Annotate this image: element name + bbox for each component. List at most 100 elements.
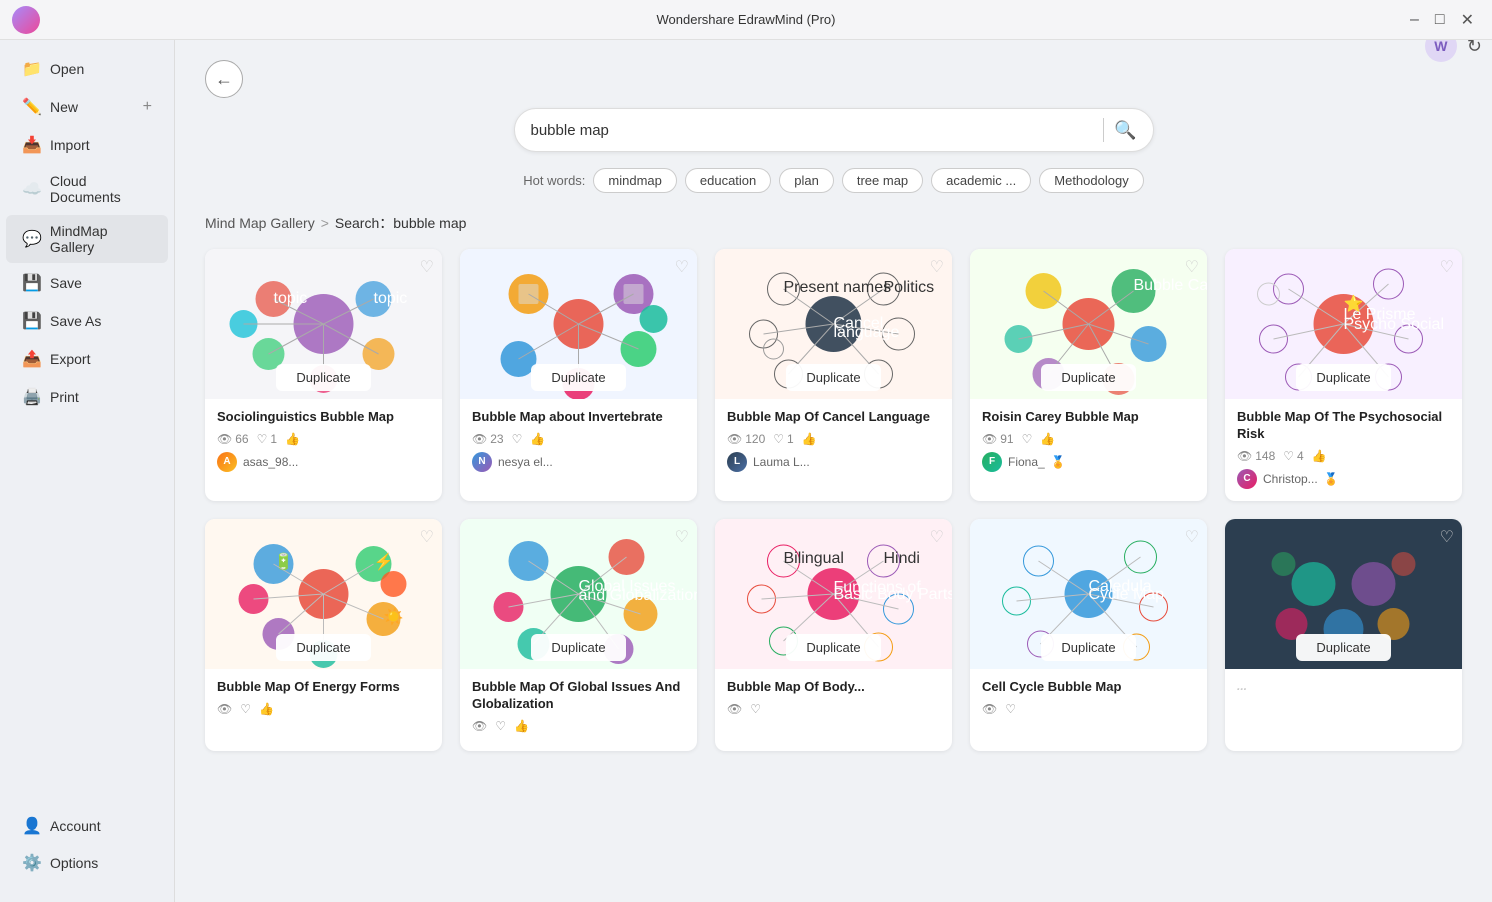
account-icon: 👤	[22, 816, 42, 836]
card-author-5: C Christop... 🏅	[1237, 469, 1450, 489]
sidebar-label-cloud: Cloud Documents	[50, 173, 152, 205]
window-controls[interactable]: – □ ✕	[1404, 8, 1480, 32]
duplicate-button-6[interactable]: Duplicate	[276, 634, 370, 661]
heart-button-3[interactable]: ♡	[930, 257, 944, 277]
sidebar-item-print[interactable]: 🖨️ Print	[6, 379, 168, 415]
gallery-card-5[interactable]: Le Prisme Psycho Social ⭐ ♡ Duplicate Bu…	[1225, 249, 1462, 501]
heart-button-6[interactable]: ♡	[420, 527, 434, 547]
sidebar-spacer	[0, 416, 174, 807]
new-plus-icon[interactable]: +	[143, 98, 152, 116]
sidebar-label-new: New	[50, 99, 78, 115]
sidebar-item-options[interactable]: ⚙️ Options	[6, 845, 168, 881]
duplicate-button-1[interactable]: Duplicate	[276, 364, 370, 391]
gallery-card-9[interactable]: Caledula Cycle Map ♡ Duplicate Cell Cycl…	[970, 519, 1207, 751]
heart-button-10[interactable]: ♡	[1440, 527, 1454, 547]
card-stats-7: 👁 ♡ 👍	[472, 719, 685, 733]
gallery-card-4[interactable]: Bubble Care ♡ Duplicate Roisin Carey Bub…	[970, 249, 1207, 501]
topbar-controls: W ↻	[1425, 40, 1482, 62]
search-divider	[1103, 118, 1104, 142]
duplicate-button-5[interactable]: Duplicate	[1296, 364, 1390, 391]
close-button[interactable]: ✕	[1455, 8, 1480, 32]
author-name-5: Christop...	[1263, 472, 1318, 486]
heart-button-5[interactable]: ♡	[1440, 257, 1454, 277]
card-info-8: Bubble Map Of Body... 👁 ♡	[715, 669, 952, 734]
back-button[interactable]: ←	[205, 60, 243, 98]
duplicate-button-3[interactable]: Duplicate	[786, 364, 880, 391]
sidebar-item-cloud[interactable]: ☁️ Cloud Documents	[6, 165, 168, 213]
card-overlay-9: Duplicate	[970, 626, 1207, 669]
hot-tag-mindmap[interactable]: mindmap	[593, 168, 676, 193]
titlebar-avatar[interactable]	[12, 6, 40, 34]
sidebar-item-new[interactable]: ✏️ New +	[6, 89, 168, 125]
hot-tag-plan[interactable]: plan	[779, 168, 834, 193]
card-thumb-9: Caledula Cycle Map ♡ Duplicate	[970, 519, 1207, 669]
thumbup-5: 👍	[1312, 449, 1327, 463]
search-input[interactable]	[531, 122, 1094, 139]
sidebar-item-export[interactable]: 📤 Export	[6, 341, 168, 377]
card-info-2: Bubble Map about Invertebrate 👁 23 ♡ 👍 N…	[460, 399, 697, 484]
author-name-3: Lauma L...	[753, 455, 810, 469]
maximize-button[interactable]: □	[1429, 9, 1451, 31]
heart-button-7[interactable]: ♡	[675, 527, 689, 547]
new-icon: ✏️	[22, 97, 42, 117]
gallery-card-2[interactable]: ♡ Duplicate Bubble Map about Invertebrat…	[460, 249, 697, 501]
sidebar-item-open[interactable]: 📁 Open	[6, 51, 168, 87]
card-overlay-6: Duplicate	[205, 626, 442, 669]
minimize-button[interactable]: –	[1404, 9, 1425, 31]
views-7: 👁	[472, 719, 487, 733]
sidebar-label-print: Print	[50, 389, 79, 405]
sidebar-label-export: Export	[50, 351, 90, 367]
user-avatar[interactable]: W	[1425, 40, 1457, 62]
hot-tag-treemap[interactable]: tree map	[842, 168, 923, 193]
card-thumb-1: topic topic ♡ Duplicate	[205, 249, 442, 399]
open-icon: 📁	[22, 59, 42, 79]
hot-tag-education[interactable]: education	[685, 168, 771, 193]
card-stats-8: 👁 ♡	[727, 702, 940, 716]
sidebar-item-saveas[interactable]: 💾 Save As	[6, 303, 168, 339]
search-button[interactable]: 🔍	[1114, 120, 1136, 141]
card-stats-6: 👁 ♡ 👍	[217, 702, 430, 716]
hot-tag-methodology[interactable]: Methodology	[1039, 168, 1143, 193]
svg-text:⭐: ⭐	[1344, 294, 1364, 313]
card-overlay-5: Duplicate	[1225, 356, 1462, 399]
sidebar-item-save[interactable]: 💾 Save	[6, 265, 168, 301]
card-overlay-8: Duplicate	[715, 626, 952, 669]
card-info-7: Bubble Map Of Global Issues And Globaliz…	[460, 669, 697, 751]
gallery-card-7[interactable]: Global Issues and Globalization ♡ Duplic…	[460, 519, 697, 751]
sidebar-label-open: Open	[50, 61, 84, 77]
breadcrumb-parent[interactable]: Mind Map Gallery	[205, 215, 315, 231]
refresh-button[interactable]: ↻	[1467, 40, 1482, 57]
card-info-6: Bubble Map Of Energy Forms 👁 ♡ 👍	[205, 669, 442, 734]
sidebar-item-mindmap[interactable]: 💬 MindMap Gallery	[6, 215, 168, 263]
heart-button-9[interactable]: ♡	[1185, 527, 1199, 547]
sidebar-label-import: Import	[50, 137, 90, 153]
sidebar-label-account: Account	[50, 818, 101, 834]
card-stats-2: 👁 23 ♡ 👍	[472, 432, 685, 446]
gallery-card-8[interactable]: Bilingual Hindi Functions of Basic Body …	[715, 519, 952, 751]
gallery-card-3[interactable]: Cancel language Present names Politics ♡…	[715, 249, 952, 501]
heart-button-8[interactable]: ♡	[930, 527, 944, 547]
sidebar-item-account[interactable]: 👤 Account	[6, 808, 168, 844]
duplicate-button-8[interactable]: Duplicate	[786, 634, 880, 661]
likes-8: ♡	[750, 702, 761, 716]
duplicate-button-10[interactable]: Duplicate	[1296, 634, 1390, 661]
duplicate-button-7[interactable]: Duplicate	[531, 634, 625, 661]
hot-tag-academic[interactable]: academic ...	[931, 168, 1031, 193]
card-title-5: Bubble Map Of The Psychosocial Risk	[1237, 409, 1450, 443]
gallery-card-10[interactable]: ♡ Duplicate ...	[1225, 519, 1462, 751]
thumbup-3: 👍	[802, 432, 817, 446]
heart-button-4[interactable]: ♡	[1185, 257, 1199, 277]
heart-button-1[interactable]: ♡	[420, 257, 434, 277]
gallery-card-1[interactable]: topic topic ♡ Duplicate Sociolinguistics…	[205, 249, 442, 501]
duplicate-button-2[interactable]: Duplicate	[531, 364, 625, 391]
views-4: 👁 91	[982, 432, 1014, 446]
sidebar-item-import[interactable]: 📥 Import	[6, 127, 168, 163]
gallery-card-6[interactable]: 🔋 ⚡ ☀️ ♡ Duplicate	[205, 519, 442, 751]
duplicate-button-9[interactable]: Duplicate	[1041, 634, 1135, 661]
gallery-grid: topic topic ♡ Duplicate Sociolinguistics…	[205, 249, 1462, 751]
export-icon: 📤	[22, 349, 42, 369]
duplicate-button-4[interactable]: Duplicate	[1041, 364, 1135, 391]
heart-button-2[interactable]: ♡	[675, 257, 689, 277]
sidebar-label-options: Options	[50, 855, 98, 871]
options-icon: ⚙️	[22, 853, 42, 873]
